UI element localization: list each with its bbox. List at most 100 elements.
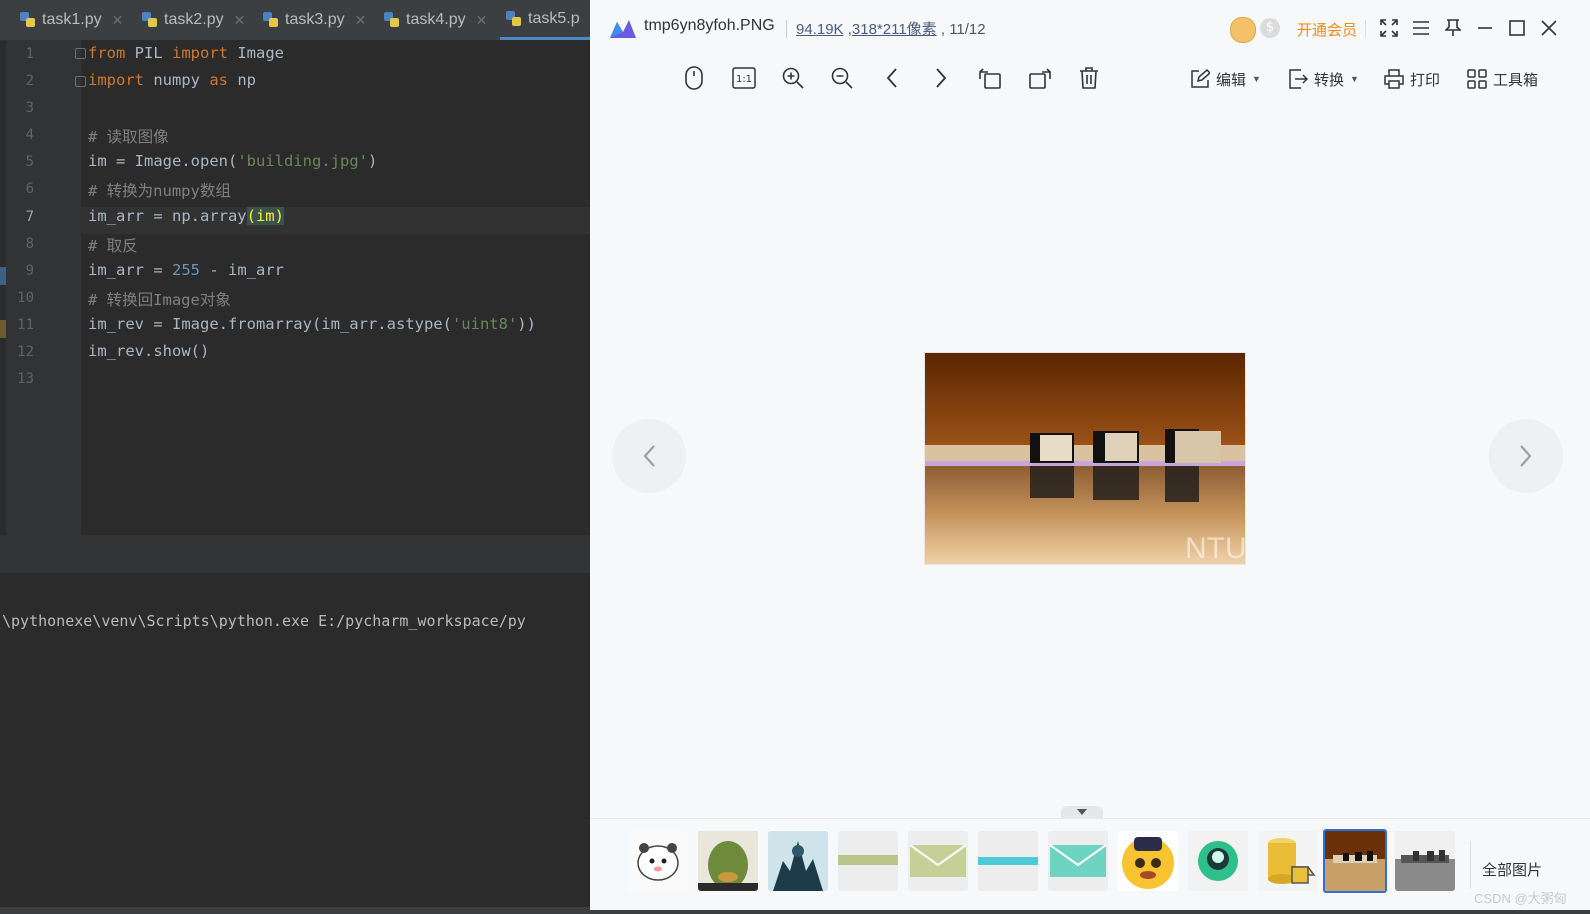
tab-label: task2.py [164,11,224,28]
code-line-1[interactable]: from PIL import Image [88,44,284,62]
line-number: 10 [17,290,34,306]
bracket-match: (im) [246,207,284,225]
code-line-6[interactable]: # 转换为numpy数组 [88,179,231,201]
code-line-4[interactable]: # 读取图像 [88,125,169,147]
toolbox-label: 工具箱 [1493,71,1539,89]
thumbnail[interactable] [978,831,1038,891]
pin-icon[interactable] [1439,14,1467,42]
keyword: from [88,44,126,62]
line-number: 3 [25,100,34,116]
code-line-9[interactable]: im_arr = 255 - im_arr [88,261,284,279]
code-text: im_arr = np.array [88,207,247,225]
thumbnail-toggle[interactable] [1061,806,1103,818]
inverted-building-photo: NTU [925,353,1245,564]
line-number: 13 [17,371,34,387]
convert-icon [1289,69,1308,89]
keyword: as [209,71,228,89]
thumbnail[interactable] [698,831,758,891]
thumbnail[interactable] [628,831,688,891]
edit-button[interactable]: 编辑 ▼ [1190,64,1261,94]
toolbox-button[interactable]: 工具箱 [1467,64,1538,94]
line-number: 8 [25,236,34,252]
rotate-right-icon[interactable] [1022,60,1058,96]
code-line-10[interactable]: # 转换回Image对象 [88,288,231,310]
delete-icon[interactable] [1071,60,1107,96]
code-line-8[interactable]: # 取反 [88,234,138,256]
all-images-button[interactable]: 全部图片 [1482,859,1542,880]
edit-icon [1191,69,1210,88]
actual-size-icon[interactable]: 1:1 [726,60,762,96]
thumbnail[interactable] [1395,831,1455,891]
tab-label: task4.py [406,11,466,28]
vip-button[interactable]: 开通会员 [1297,19,1357,40]
displayed-image[interactable]: NTU [924,352,1246,565]
code-text: Image [228,44,284,62]
tab-task1[interactable]: task1.py ✕ [20,0,123,40]
rotate-left-icon[interactable] [972,60,1008,96]
line-number: 4 [25,127,34,143]
thumbnail[interactable] [1258,831,1318,891]
previous-icon[interactable] [874,60,910,96]
thumbnail[interactable] [838,831,898,891]
line-number-current: 7 [25,209,34,225]
code-text: numpy [144,71,210,89]
toolbox-icon [1467,69,1487,89]
thumbnail[interactable] [768,831,828,891]
convert-button[interactable]: 转换 ▼ [1288,64,1359,94]
mouse-mode-icon[interactable] [676,60,712,96]
tab-label: task1.py [42,11,102,28]
close-icon[interactable]: ✕ [355,12,367,29]
fold-icon[interactable] [75,76,86,87]
svg-text:NTU: NTU [1185,532,1245,564]
code-line-12[interactable]: im_rev.show() [88,342,209,360]
tab-task3[interactable]: task3.py ✕ [263,0,366,40]
line-number: 1 [25,46,34,62]
tab-task4[interactable]: task4.py ✕ [384,0,487,40]
fold-icon[interactable] [75,48,86,59]
code-text: np [228,71,256,89]
close-icon[interactable] [1535,14,1563,42]
image-position: 11/12 [949,21,986,38]
previous-image-button[interactable] [612,419,686,493]
minimize-icon[interactable] [1471,14,1499,42]
code-line-2[interactable]: import numpy as np [88,71,256,89]
close-icon[interactable]: ✕ [234,12,246,29]
print-button[interactable]: 打印 [1384,64,1440,94]
tab-task5[interactable]: task5.p [500,0,590,40]
ide-status-strip [0,907,590,914]
zoom-in-icon[interactable] [775,60,811,96]
next-image-button[interactable] [1489,419,1563,493]
avatar[interactable] [1230,17,1256,43]
thumbnail[interactable] [908,831,968,891]
terminal-command-line: \pythonexe\venv\Scripts\python.exe E:/py… [2,612,526,630]
code-text: im_arr = [88,261,172,279]
code-text: im = Image.open( [88,152,238,170]
tab-task2[interactable]: task2.py ✕ [142,0,245,40]
thumbnail[interactable] [1188,831,1248,891]
convert-label: 转换 [1314,71,1345,89]
thumbnail[interactable] [1048,831,1108,891]
file-size[interactable]: 94.19K [796,21,844,38]
python-file-icon [142,12,158,28]
menu-icon[interactable] [1407,14,1435,42]
close-icon[interactable]: ✕ [476,12,488,29]
thumbnail[interactable] [1118,831,1178,891]
divider [786,20,787,38]
zoom-out-icon[interactable] [824,60,860,96]
maximize-icon[interactable] [1503,14,1531,42]
code-line-7[interactable]: im_arr = np.array(im) [88,207,284,225]
panel-splitter[interactable] [0,535,590,573]
fullscreen-icon[interactable] [1375,14,1403,42]
viewer-title-bar: tmp6yn8yfoh.PNG 94.19K ,318*211像素 , 11/1… [590,0,1590,56]
image-dimensions[interactable]: 318*211像素 [852,21,937,38]
vip-icon[interactable]: $ [1260,18,1280,38]
print-label: 打印 [1410,71,1441,89]
next-icon[interactable] [923,60,959,96]
file-info: 94.19K ,318*211像素 , 11/12 [796,21,986,38]
svg-text:1:1: 1:1 [736,74,752,85]
thumbnail-selected[interactable] [1323,829,1387,893]
code-line-11[interactable]: im_rev = Image.fromarray(im_arr.astype('… [88,315,536,333]
code-line-5[interactable]: im = Image.open('building.jpg') [88,152,377,170]
close-icon[interactable]: ✕ [112,12,124,29]
number-literal: 255 [172,261,200,279]
